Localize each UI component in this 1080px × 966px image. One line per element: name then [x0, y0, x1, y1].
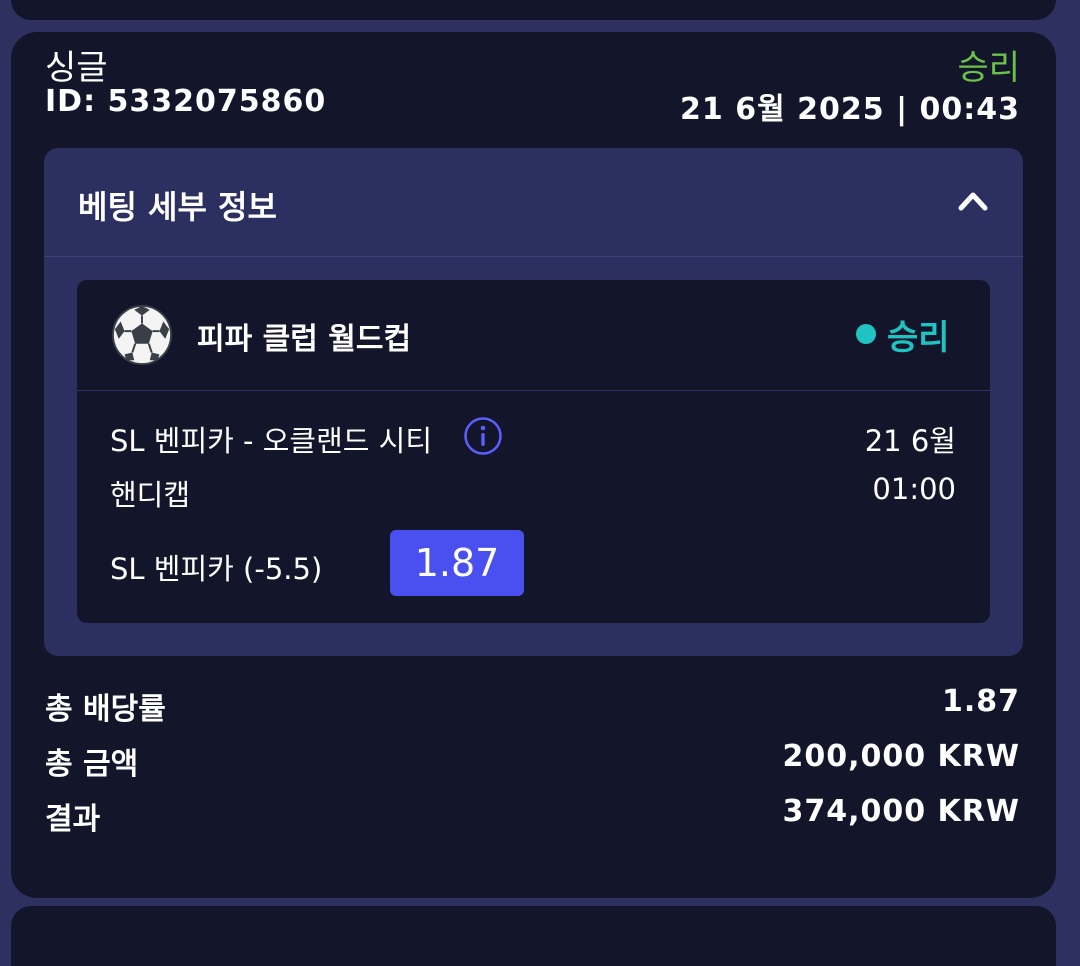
event-item: 피파 클럽 월드컵 승리 SL 벤피카 - 오클랜드 시티 핸디캡 21 6월 …	[77, 280, 990, 623]
event-status: 승리	[887, 318, 950, 358]
chevron-up-icon[interactable]	[957, 188, 989, 212]
match-name: SL 벤피카 - 오클랜드 시티	[110, 424, 433, 458]
event-date: 21 6월	[864, 424, 956, 458]
bet-datetime: 21 6월 2025 | 00:43	[680, 92, 1020, 127]
total-amount-value: 200,000 KRW	[782, 739, 1020, 774]
event-header: 피파 클럽 월드컵 승리	[77, 280, 990, 391]
bet-card: 싱글 ID: 5332075860 승리 21 6월 2025 | 00:43 …	[11, 32, 1056, 898]
market-name: 핸디캡	[110, 478, 191, 512]
event-time: 01:00	[872, 472, 956, 506]
bet-details-header[interactable]: 베팅 세부 정보	[44, 148, 1023, 257]
total-odds-label: 총 배당률	[45, 692, 166, 727]
total-amount-label: 총 금액	[45, 747, 139, 782]
previous-bet-card	[11, 0, 1056, 20]
bet-status: 승리	[957, 48, 1020, 88]
total-odds-value: 1.87	[941, 684, 1020, 719]
bet-details-title: 베팅 세부 정보	[78, 188, 277, 226]
league-name: 피파 클럽 월드컵	[197, 322, 412, 357]
status-dot-icon	[856, 324, 876, 344]
odds-badge: 1.87	[390, 530, 524, 596]
result-label: 결과	[45, 802, 101, 837]
result-value: 374,000 KRW	[782, 794, 1020, 829]
bet-details-panel: 베팅 세부 정보 피파 클럽 월드컵 승리 SL 벤피카 - 오클랜드 시티 핸…	[44, 148, 1023, 656]
selection-name: SL 벤피카 (-5.5)	[110, 552, 323, 586]
bet-id: ID: 5332075860	[45, 84, 327, 119]
bet-type-label: 싱글	[45, 48, 108, 88]
soccer-ball-icon	[111, 304, 173, 366]
info-icon[interactable]	[463, 416, 503, 456]
next-bet-card	[11, 906, 1056, 966]
